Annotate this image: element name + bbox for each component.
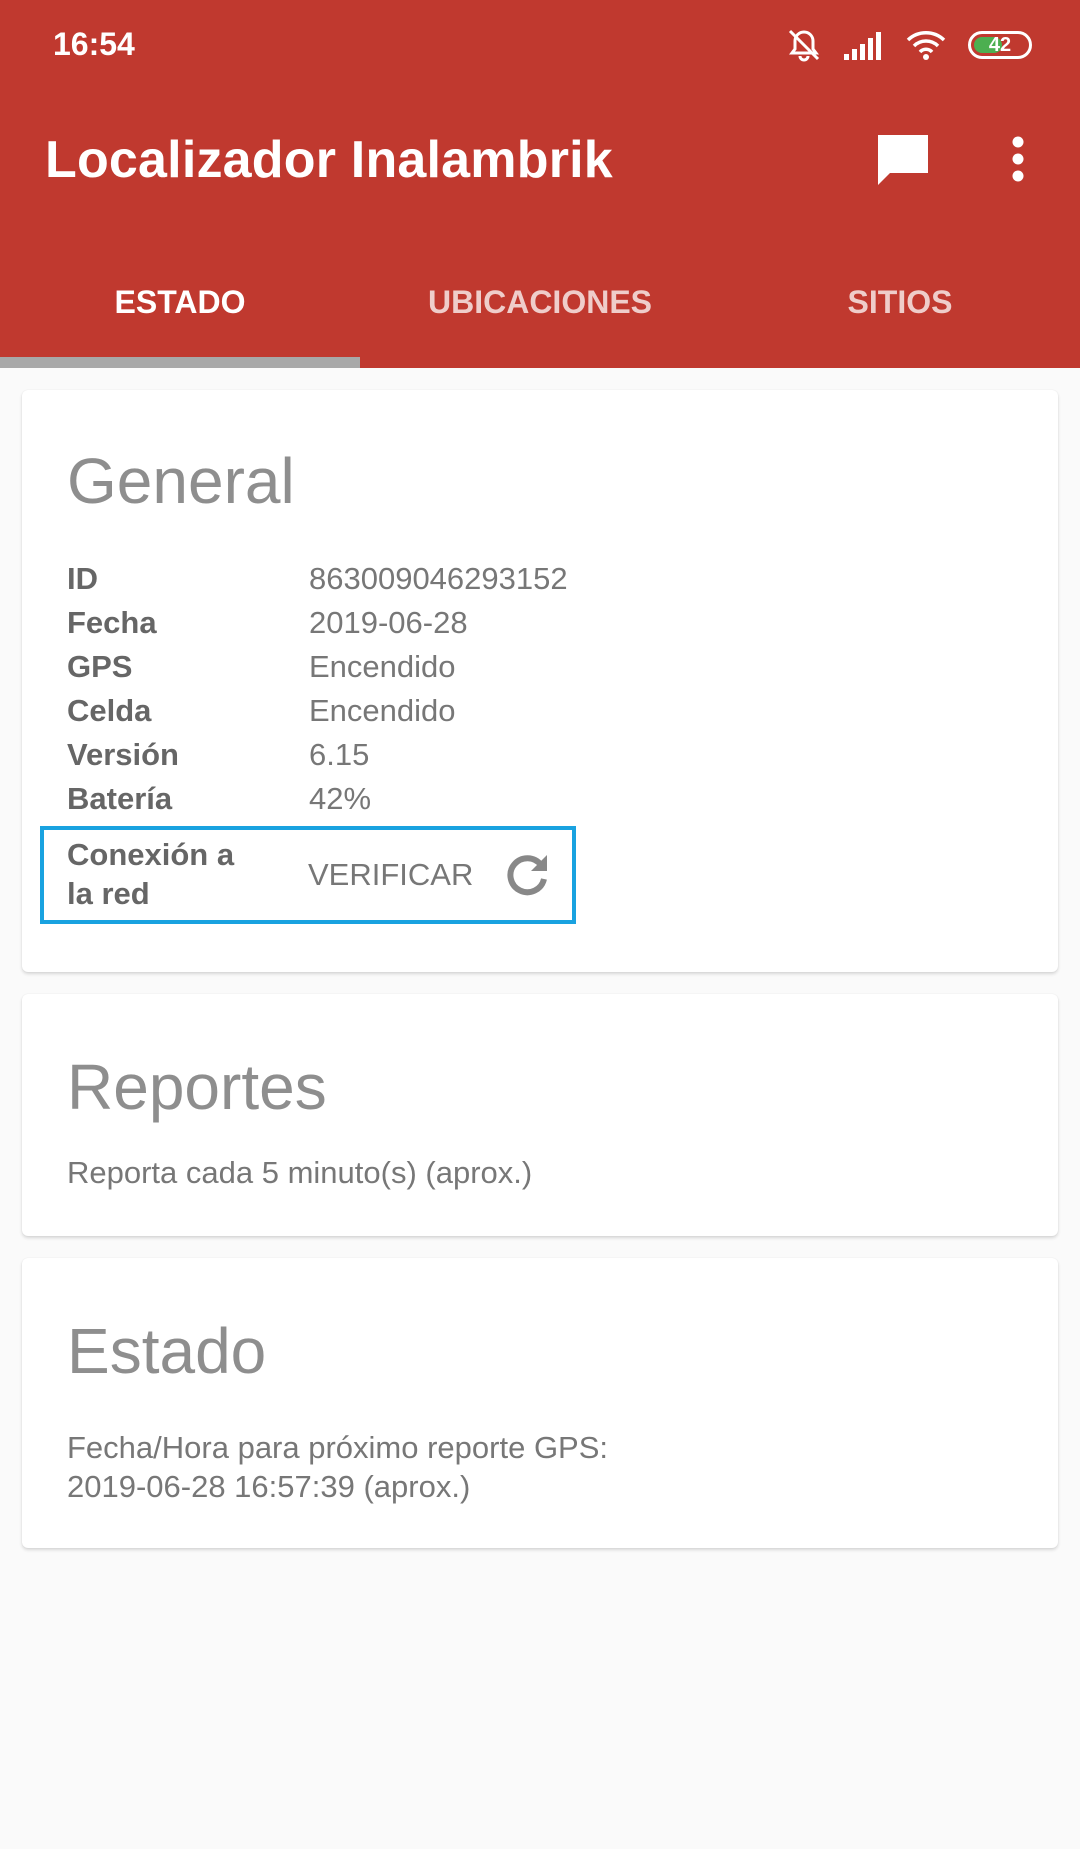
- chat-icon: [878, 135, 928, 185]
- info-row-fecha: Fecha 2019-06-28: [67, 601, 468, 645]
- info-value: 42%: [309, 781, 372, 816]
- status-time: 16:54: [53, 26, 135, 62]
- wifi-icon: [906, 29, 946, 61]
- reportes-text: Reporta cada 5 minuto(s) (aprox.): [67, 1155, 533, 1190]
- verify-label: VERIFICAR: [308, 857, 474, 892]
- info-key: ID: [67, 561, 98, 596]
- info-value: 863009046293152: [309, 561, 568, 596]
- refresh-icon: [507, 855, 548, 896]
- app-bar: 16:54 42 Localizador Inalambrik ESTADO U…: [0, 0, 1080, 368]
- tab-sitios[interactable]: SITIOS: [720, 262, 1080, 368]
- verify-button[interactable]: VERIFICAR: [308, 842, 551, 908]
- info-row-gps: GPS Encendido: [67, 645, 456, 689]
- tab-ubicaciones[interactable]: UBICACIONES: [360, 262, 720, 368]
- info-row-bateria: Batería 42%: [67, 777, 371, 821]
- info-row-celda: Celda Encendido: [67, 689, 456, 733]
- info-value: 2019-06-28: [309, 605, 468, 640]
- battery-icon: 42: [968, 31, 1032, 59]
- tab-estado[interactable]: ESTADO: [0, 262, 360, 368]
- reportes-title: Reportes: [67, 1051, 327, 1123]
- signal-icon: [844, 30, 884, 60]
- info-value: 6.15: [309, 737, 370, 772]
- info-key: Fecha: [67, 605, 157, 640]
- info-value: Encendido: [309, 693, 456, 728]
- chat-button[interactable]: [868, 126, 938, 192]
- info-row-id: ID 863009046293152: [67, 557, 568, 601]
- tab-bar: ESTADO UBICACIONES SITIOS: [0, 262, 1080, 368]
- battery-level: 42: [988, 33, 1012, 56]
- bell-muted-icon: [786, 28, 822, 62]
- estado-next-report-time: 2019-06-28 16:57:39 (aprox.): [67, 1469, 471, 1504]
- overflow-menu-button[interactable]: [990, 126, 1046, 192]
- estado-next-report-label: Fecha/Hora para próximo reporte GPS:: [67, 1430, 609, 1465]
- estado-title: Estado: [67, 1315, 267, 1387]
- info-key: Celda: [67, 693, 152, 728]
- status-bar: 16:54 42: [0, 0, 1080, 90]
- status-icons: 42: [786, 24, 1032, 66]
- info-key: Batería: [67, 781, 173, 816]
- info-key: GPS: [67, 649, 133, 684]
- info-value: Encendido: [309, 649, 456, 684]
- overflow-menu-icon: [1012, 136, 1024, 182]
- app-title: Localizador Inalambrik: [45, 131, 613, 189]
- general-title: General: [67, 445, 295, 517]
- info-row-version: Versión 6.15: [67, 733, 369, 777]
- info-key: Versión: [67, 737, 179, 772]
- network-label: Conexión a la red: [67, 837, 235, 911]
